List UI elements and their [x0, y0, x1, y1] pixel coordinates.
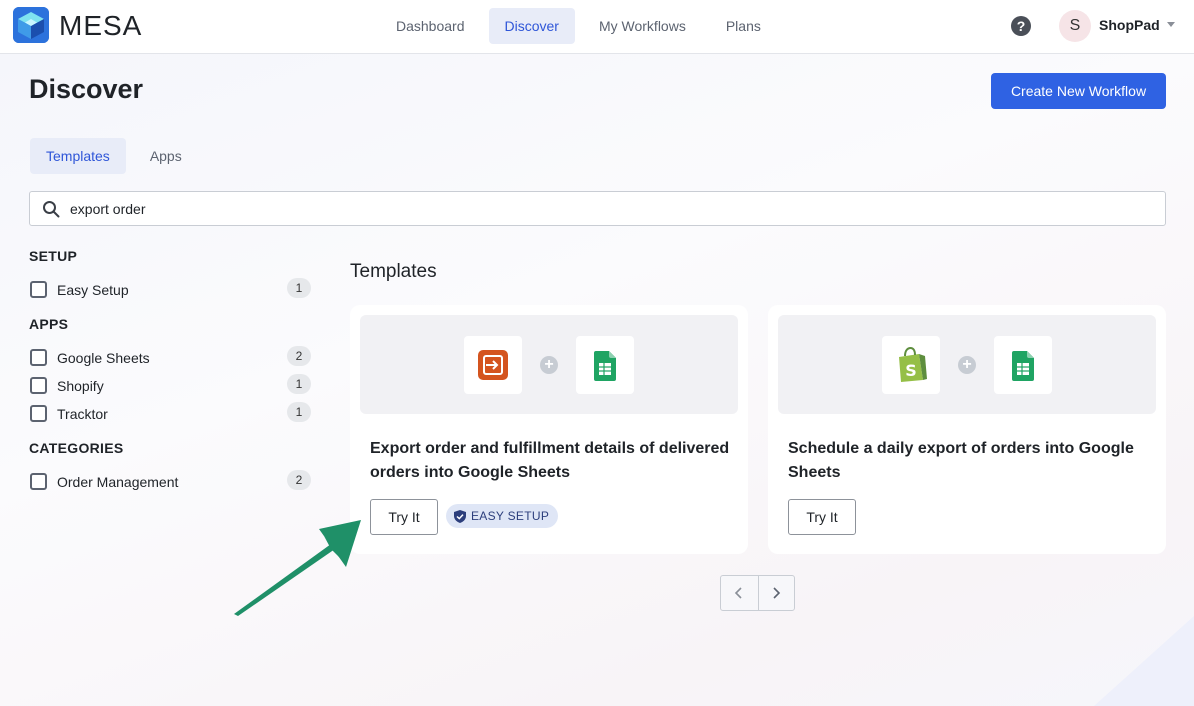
filter-label: Order Management	[57, 474, 179, 490]
main-nav: Dashboard Discover My Workflows Plans	[380, 8, 785, 44]
page-title: Discover	[29, 74, 144, 104]
mesa-logo-icon[interactable]	[13, 7, 49, 43]
templates-heading: Templates	[350, 261, 437, 282]
filter-shopify[interactable]: Shopify 1	[29, 372, 311, 400]
filter-label: Shopify	[57, 378, 104, 394]
easy-setup-label: EASY SETUP	[471, 509, 550, 523]
top-navigation-bar: MESA Dashboard Discover My Workflows Pla…	[0, 0, 1194, 54]
try-it-button[interactable]: Try It	[370, 499, 438, 535]
shopify-icon: S	[882, 336, 940, 394]
template-card[interactable]: S + Schedule a daily export of orders in…	[768, 305, 1166, 554]
filter-label: Easy Setup	[57, 282, 129, 298]
template-card[interactable]: + Export order and fulfillment details o…	[350, 305, 748, 554]
filter-label: Tracktor	[57, 406, 108, 422]
filter-heading-apps: APPS	[29, 316, 69, 332]
create-new-workflow-button[interactable]: Create New Workflow	[991, 73, 1166, 109]
filter-tracktor[interactable]: Tracktor 1	[29, 400, 311, 428]
discover-tabs: Templates Apps	[30, 138, 206, 174]
filter-label: Google Sheets	[57, 350, 150, 366]
filter-count: 1	[287, 402, 311, 422]
order-management-checkbox[interactable]	[30, 473, 47, 490]
nav-discover[interactable]: Discover	[488, 8, 575, 44]
shield-check-icon	[454, 509, 466, 523]
previous-page-button[interactable]	[721, 576, 758, 610]
easy-setup-checkbox[interactable]	[30, 281, 47, 298]
search-input[interactable]	[70, 192, 1150, 225]
google-sheets-checkbox[interactable]	[30, 349, 47, 366]
search-box	[29, 191, 1166, 226]
svg-text:S: S	[905, 361, 917, 380]
card-app-banner: +	[360, 315, 738, 414]
next-page-button[interactable]	[757, 576, 795, 610]
avatar[interactable]: S	[1059, 10, 1091, 42]
filter-heading-categories: CATEGORIES	[29, 440, 124, 456]
chevron-right-icon	[773, 587, 781, 599]
card-title[interactable]: Export order and fulfillment details of …	[370, 437, 735, 485]
nav-dashboard[interactable]: Dashboard	[380, 8, 481, 44]
account-name[interactable]: ShopPad	[1099, 17, 1160, 33]
question-circle-icon[interactable]: ?	[1011, 16, 1031, 36]
pagination	[720, 575, 795, 611]
google-sheets-icon	[576, 336, 634, 394]
filter-easy-setup[interactable]: Easy Setup 1	[29, 276, 311, 304]
nav-plans[interactable]: Plans	[710, 8, 777, 44]
tab-templates[interactable]: Templates	[30, 138, 126, 174]
shopify-checkbox[interactable]	[30, 377, 47, 394]
card-app-banner: S +	[778, 315, 1156, 414]
plus-icon: +	[958, 356, 976, 374]
green-arrow-icon	[234, 520, 361, 616]
filter-count: 2	[287, 470, 311, 490]
tracktor-checkbox[interactable]	[30, 405, 47, 422]
filter-google-sheets[interactable]: Google Sheets 2	[29, 344, 311, 372]
plus-icon: +	[540, 356, 558, 374]
card-title[interactable]: Schedule a daily export of orders into G…	[788, 437, 1153, 485]
filter-sidebar: SETUP Easy Setup 1 APPS Google Sheets 2 …	[29, 248, 311, 496]
easy-setup-badge: EASY SETUP	[446, 504, 559, 528]
filter-count: 1	[287, 278, 311, 298]
filter-count: 2	[287, 346, 311, 366]
filter-order-management[interactable]: Order Management 2	[29, 468, 311, 496]
try-it-button[interactable]: Try It	[788, 499, 856, 535]
brand-name[interactable]: MESA	[59, 10, 142, 42]
filter-heading-setup: SETUP	[29, 248, 78, 264]
google-sheets-icon	[994, 336, 1052, 394]
search-icon	[43, 201, 60, 218]
filter-count: 1	[287, 374, 311, 394]
nav-my-workflows[interactable]: My Workflows	[583, 8, 702, 44]
tab-apps[interactable]: Apps	[134, 138, 198, 174]
chevron-down-icon[interactable]	[1167, 22, 1175, 27]
chevron-left-icon	[735, 587, 742, 599]
tracktor-icon	[464, 336, 522, 394]
